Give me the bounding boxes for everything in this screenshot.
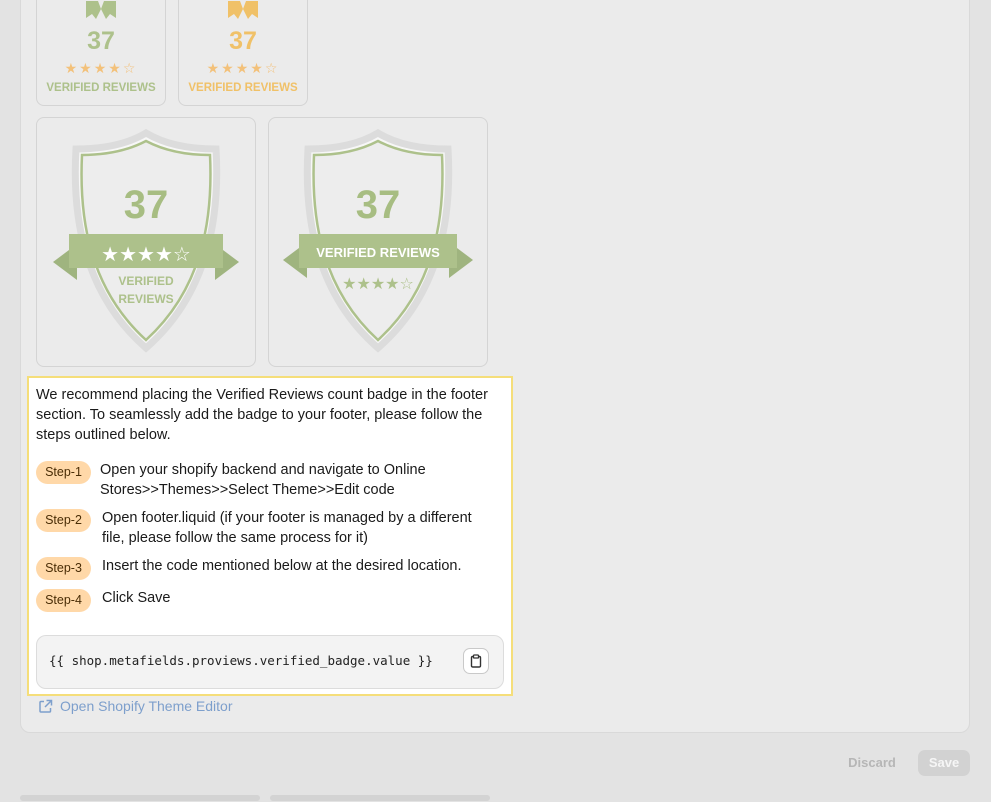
shield-label-line1: VERIFIED	[118, 274, 174, 288]
next-section-header	[20, 795, 260, 801]
step-2: Step-2 Open footer.liquid (if your foote…	[36, 508, 506, 550]
step-1: Step-1 Open your shopify backend and nav…	[36, 460, 506, 502]
instructions-intro: We recommend placing the Verified Review…	[36, 387, 488, 443]
shield-count: 37	[124, 183, 169, 227]
ribbon-icon	[228, 1, 258, 19]
step-text: Open your shopify backend and navigate t…	[100, 462, 426, 498]
copy-code-button[interactable]	[463, 648, 489, 674]
badge-label: VERIFIED REVIEWS	[46, 82, 156, 94]
shield-label-line2: REVIEWS	[118, 292, 173, 306]
badge-stars: ★★★★☆	[64, 60, 138, 76]
save-button[interactable]: Save	[918, 750, 970, 776]
step-text: Open footer.liquid (if your footer is ma…	[102, 510, 472, 546]
small-badge-green[interactable]: 37 ★★★★☆ VERIFIED REVIEWS	[36, 0, 166, 106]
step-4: Step-4 Click Save	[36, 588, 506, 612]
step-badge: Step-4	[36, 589, 91, 612]
next-section-header	[270, 795, 490, 801]
shield-badge-1[interactable]: 37 ★★★★☆ VERIFIED REVIEWS	[36, 117, 256, 367]
step-text: Insert the code mentioned below at the d…	[102, 558, 462, 574]
shield-badge-graphic: 37 ★★★★☆ VERIFIED REVIEWS	[53, 128, 239, 353]
shield-badge-graphic: 37 VERIFIED REVIEWS ★★★★☆	[283, 128, 473, 353]
badge-count: 37	[87, 27, 115, 55]
shield-banner-label: VERIFIED REVIEWS	[316, 245, 440, 260]
installation-instructions: We recommend placing the Verified Review…	[27, 376, 513, 696]
link-label: Open Shopify Theme Editor	[60, 698, 233, 714]
badge-label: VERIFIED REVIEWS	[188, 82, 298, 94]
external-link-icon	[39, 699, 53, 713]
shield-count: 37	[356, 183, 401, 227]
step-badge: Step-2	[36, 509, 91, 532]
ribbon-icon	[86, 1, 116, 19]
badge-stars: ★★★★☆	[206, 60, 280, 76]
small-badge-gold[interactable]: 37 ★★★★☆ VERIFIED REVIEWS	[178, 0, 308, 106]
step-text: Click Save	[102, 590, 171, 606]
shield-stars: ★★★★☆	[101, 242, 191, 266]
badge-count: 37	[229, 27, 257, 55]
open-theme-editor-link[interactable]: Open Shopify Theme Editor	[38, 698, 233, 714]
clipboard-icon	[470, 654, 482, 668]
code-snippet-box: {{ shop.metafields.proviews.verified_bad…	[36, 635, 504, 689]
step-badge: Step-1	[36, 461, 91, 484]
code-snippet[interactable]: {{ shop.metafields.proviews.verified_bad…	[49, 653, 433, 668]
step-3: Step-3 Insert the code mentioned below a…	[36, 556, 506, 580]
discard-button[interactable]: Discard	[840, 752, 904, 774]
shield-stars: ★★★★☆	[342, 274, 414, 293]
step-badge: Step-3	[36, 557, 91, 580]
shield-badge-2[interactable]: 37 VERIFIED REVIEWS ★★★★☆	[268, 117, 488, 367]
